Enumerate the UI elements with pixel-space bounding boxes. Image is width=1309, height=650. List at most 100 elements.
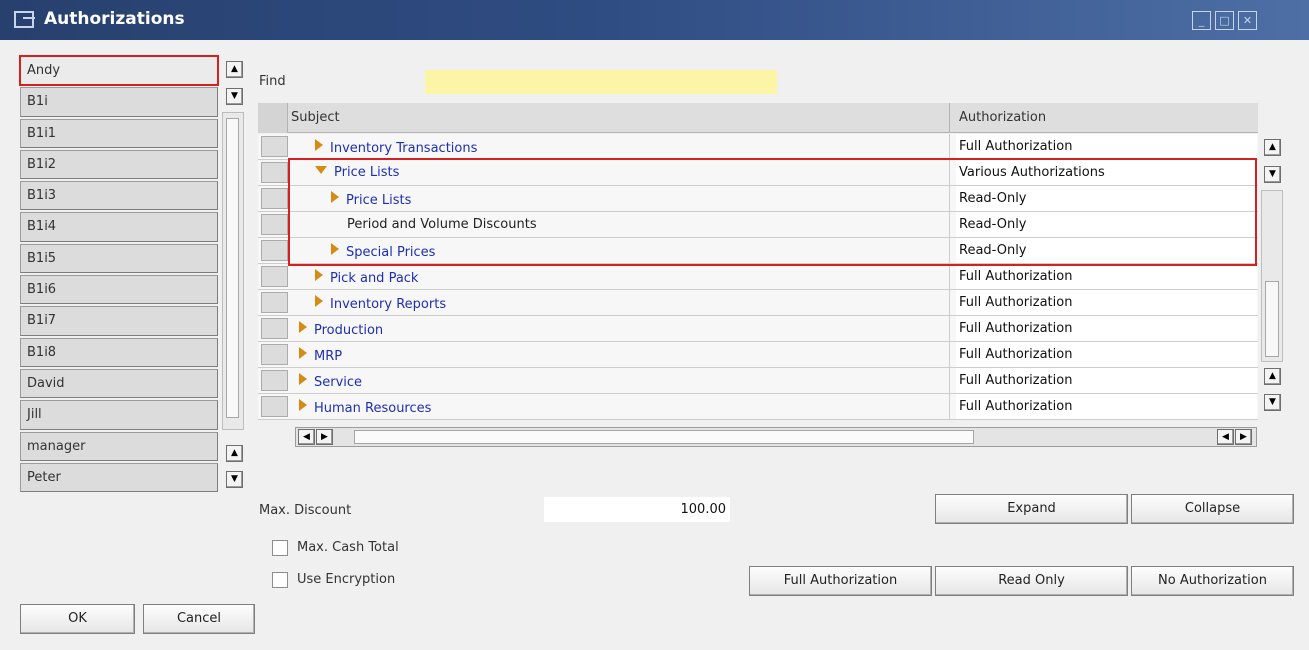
table-row[interactable]: Inventory Transactions Full Authorization <box>258 134 1258 160</box>
column-header-authorization[interactable]: Authorization <box>959 110 1046 125</box>
user-list-item[interactable]: B1i5 <box>20 243 218 274</box>
table-row[interactable]: Human Resources Full Authorization <box>258 394 1258 420</box>
arrow-left-icon[interactable]: ◀ <box>298 429 315 445</box>
row-selector[interactable] <box>261 344 288 365</box>
maximize-button[interactable]: □ <box>1215 11 1234 30</box>
max-discount-label: Max. Discount <box>259 503 352 518</box>
user-list-scrollbar-track[interactable] <box>222 112 244 430</box>
grid-scrollbar-thumb[interactable] <box>1265 281 1279 357</box>
triangle-right-icon[interactable] <box>299 373 307 385</box>
cancel-button[interactable]: Cancel <box>143 604 255 634</box>
full-authorization-button[interactable]: Full Authorization <box>749 566 932 596</box>
arrow-up-icon[interactable]: ▲ <box>1264 139 1281 156</box>
find-label: Find <box>259 74 286 89</box>
read-only-button[interactable]: Read Only <box>935 566 1128 596</box>
authorization-cell[interactable]: Full Authorization <box>956 368 1257 393</box>
title-bar: Authorizations _ □ ✕ <box>0 0 1309 40</box>
collapse-button[interactable]: Collapse <box>1131 494 1294 524</box>
arrow-down-icon[interactable]: ▼ <box>1264 166 1281 183</box>
grid-scrollbar-track[interactable] <box>1261 190 1283 362</box>
arrow-right-icon[interactable]: ▶ <box>316 429 333 445</box>
user-list-item[interactable]: B1i7 <box>20 306 218 336</box>
triangle-right-icon[interactable] <box>299 347 307 359</box>
grid-horizontal-scrollbar-thumb[interactable] <box>354 430 974 444</box>
authorization-cell[interactable]: Full Authorization <box>956 342 1257 367</box>
triangle-right-icon[interactable] <box>299 321 307 333</box>
row-selector[interactable] <box>261 266 288 287</box>
column-divider <box>949 342 950 368</box>
triangle-right-icon[interactable] <box>315 295 323 307</box>
user-list-item[interactable]: B1i4 <box>20 212 218 242</box>
use-encryption-checkbox[interactable] <box>272 572 288 588</box>
arrow-left-icon[interactable]: ◀ <box>1217 429 1234 445</box>
user-list-item[interactable]: B1i3 <box>20 181 218 211</box>
row-selector[interactable] <box>261 188 288 209</box>
minimize-button[interactable]: _ <box>1192 11 1211 30</box>
user-list-item[interactable]: Jill <box>20 400 218 430</box>
ok-button[interactable]: OK <box>20 604 135 634</box>
user-list-item[interactable]: B1i <box>20 87 218 117</box>
header-row-selector <box>258 103 288 133</box>
grid-horizontal-scrollbar[interactable]: ◀ ▶ ◀ ▶ <box>295 427 1257 447</box>
max-discount-input[interactable] <box>544 497 730 522</box>
column-divider[interactable] <box>949 103 950 133</box>
arrow-up-icon[interactable]: ▲ <box>226 445 243 462</box>
column-divider <box>949 394 950 420</box>
close-button[interactable]: ✕ <box>1238 11 1257 30</box>
row-selector[interactable] <box>261 396 288 417</box>
table-row[interactable]: Service Full Authorization <box>258 368 1258 394</box>
user-list-item[interactable]: manager <box>20 431 218 461</box>
subject-label: Pick and Pack <box>330 271 419 286</box>
user-list-item[interactable]: David <box>20 368 218 399</box>
arrow-down-icon[interactable]: ▼ <box>226 88 243 105</box>
subject-cell[interactable]: Inventory Transactions <box>315 139 477 156</box>
user-list-item[interactable]: B1i8 <box>20 337 218 367</box>
max-cash-total-label: Max. Cash Total <box>297 540 399 555</box>
subject-cell[interactable]: MRP <box>299 347 342 364</box>
row-selector[interactable] <box>261 370 288 391</box>
user-list-item[interactable]: Andy <box>19 54 219 87</box>
table-row[interactable]: Pick and Pack Full Authorization <box>258 264 1258 290</box>
expand-button[interactable]: Expand <box>935 494 1128 524</box>
no-authorization-button[interactable]: No Authorization <box>1131 566 1294 596</box>
row-selector[interactable] <box>261 318 288 339</box>
row-selector[interactable] <box>261 162 288 183</box>
subject-cell[interactable]: Human Resources <box>299 399 431 416</box>
subject-cell[interactable]: Production <box>299 321 383 338</box>
window-icon <box>14 11 35 28</box>
user-list-item[interactable]: B1i6 <box>20 275 218 305</box>
table-row[interactable]: Production Full Authorization <box>258 316 1258 342</box>
subject-cell[interactable]: Service <box>299 373 362 390</box>
column-divider <box>949 368 950 394</box>
authorization-cell[interactable]: Full Authorization <box>956 394 1257 419</box>
row-selector[interactable] <box>261 136 288 157</box>
authorization-cell[interactable]: Full Authorization <box>956 290 1257 315</box>
subject-cell[interactable]: Inventory Reports <box>315 295 446 312</box>
triangle-right-icon[interactable] <box>315 269 323 281</box>
row-selector[interactable] <box>261 214 288 235</box>
user-list-item[interactable]: Peter <box>20 462 218 493</box>
arrow-up-icon[interactable]: ▲ <box>1264 368 1281 385</box>
authorization-cell[interactable]: Full Authorization <box>956 134 1257 159</box>
authorization-cell[interactable]: Full Authorization <box>956 316 1257 341</box>
row-selector[interactable] <box>261 292 288 313</box>
arrow-right-icon[interactable]: ▶ <box>1235 429 1252 445</box>
max-cash-total-checkbox[interactable] <box>272 540 288 556</box>
triangle-right-icon[interactable] <box>315 139 323 151</box>
authorization-cell[interactable]: Full Authorization <box>956 264 1257 289</box>
subject-cell[interactable]: Pick and Pack <box>315 269 418 286</box>
price-lists-highlight <box>288 158 1257 266</box>
arrow-up-icon[interactable]: ▲ <box>226 61 243 78</box>
row-selector[interactable] <box>261 240 288 261</box>
table-row[interactable]: MRP Full Authorization <box>258 342 1258 368</box>
arrow-down-icon[interactable]: ▼ <box>1264 394 1281 411</box>
arrow-down-icon[interactable]: ▼ <box>226 471 243 488</box>
find-input[interactable] <box>425 70 777 94</box>
user-list-item[interactable]: B1i1 <box>20 118 218 148</box>
triangle-right-icon[interactable] <box>299 399 307 411</box>
authorization-grid: Subject Authorization Inventory Transact… <box>258 103 1258 448</box>
column-header-subject[interactable]: Subject <box>291 110 340 125</box>
table-row[interactable]: Inventory Reports Full Authorization <box>258 290 1258 316</box>
user-list-scrollbar-thumb[interactable] <box>226 118 239 418</box>
user-list-item[interactable]: B1i2 <box>20 149 218 180</box>
